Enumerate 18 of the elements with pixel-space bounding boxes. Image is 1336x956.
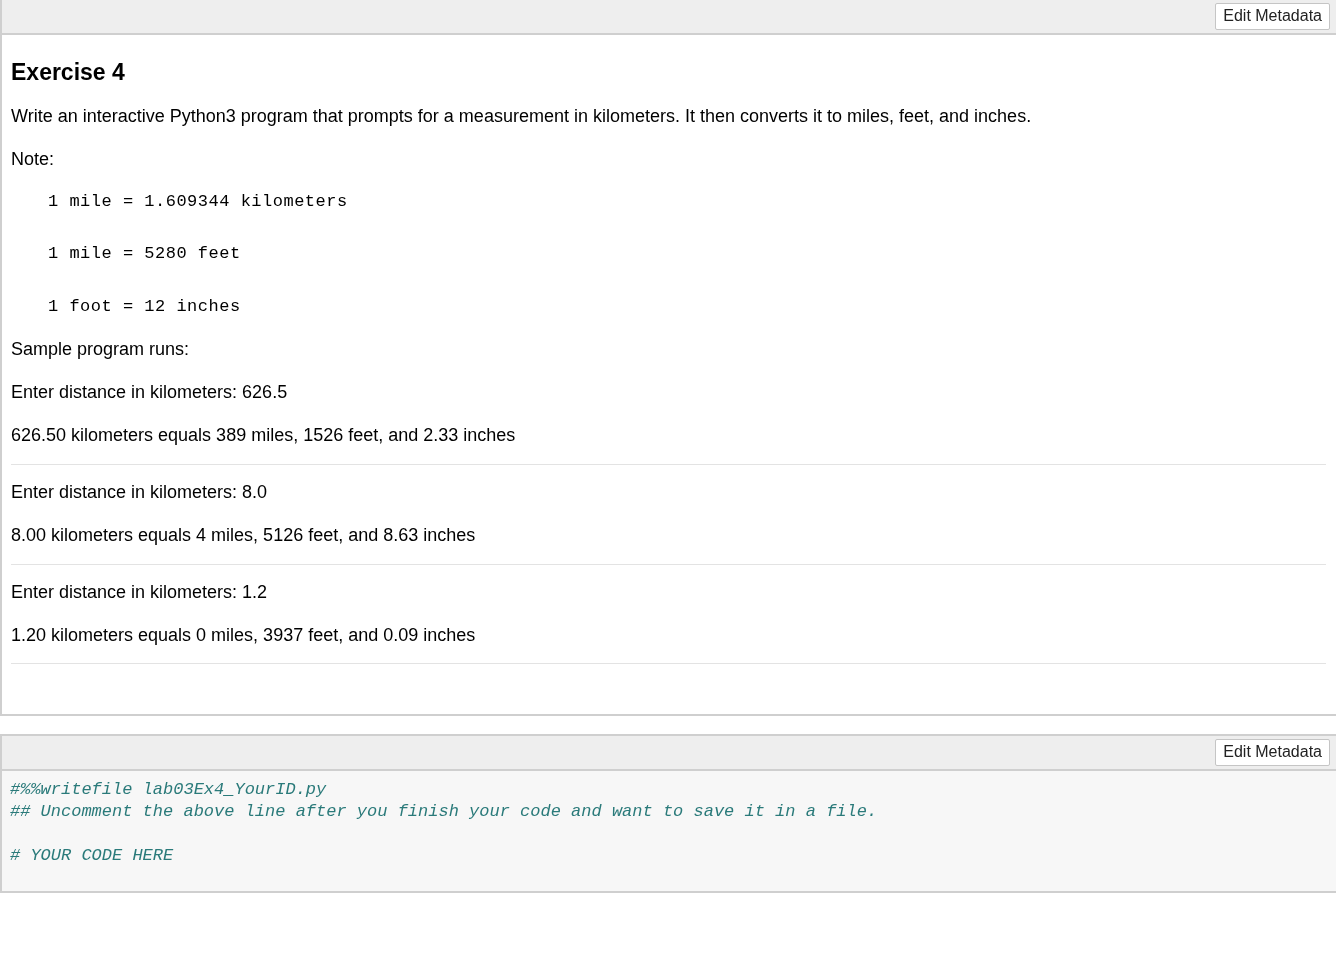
description-text: Write an interactive Python3 program that prompts for a measurement in kilometers. It then converts it to miles, feet, and inches. [11, 104, 1033, 128]
sample-output: 1.20 kilometers equals 0 miles, 3937 feet, and 0.09 inches [11, 624, 477, 647]
edit-metadata-button[interactable]: Edit Metadata [1215, 739, 1330, 767]
exercise-heading: Exercise 4 [11, 59, 126, 87]
sample-prompt: Enter distance in kilometers: 626.5 [11, 381, 289, 405]
code-comment: # YOUR CODE HERE [10, 845, 175, 868]
edit-metadata-button[interactable]: Edit Metadata [1215, 3, 1330, 30]
sample-output: 8.00 kilometers equals 4 miles, 5126 feet, and 8.63 inches [11, 524, 477, 548]
conversion-formula: 1 mile = 5280 feet [48, 243, 242, 266]
conversion-formula: 1 foot = 12 inches [48, 295, 242, 318]
note-label: Note: [11, 148, 56, 171]
conversion-formula: 1 mile = 1.609344 kilometers [48, 191, 349, 214]
sample-prompt: Enter distance in kilometers: 8.0 [11, 480, 269, 504]
sample-label: Sample program runs: [11, 337, 191, 361]
code-comment: ## Uncomment the above line after you finish your code and want to save it in a file. [10, 801, 879, 824]
sample-output: 626.50 kilometers equals 389 miles, 1526 feet, and 2.33 inches [11, 424, 517, 448]
sample-prompt: Enter distance in kilometers: 1.2 [11, 580, 269, 604]
code-comment: #%%writefile lab03Ex4_YourID.py [10, 779, 328, 802]
